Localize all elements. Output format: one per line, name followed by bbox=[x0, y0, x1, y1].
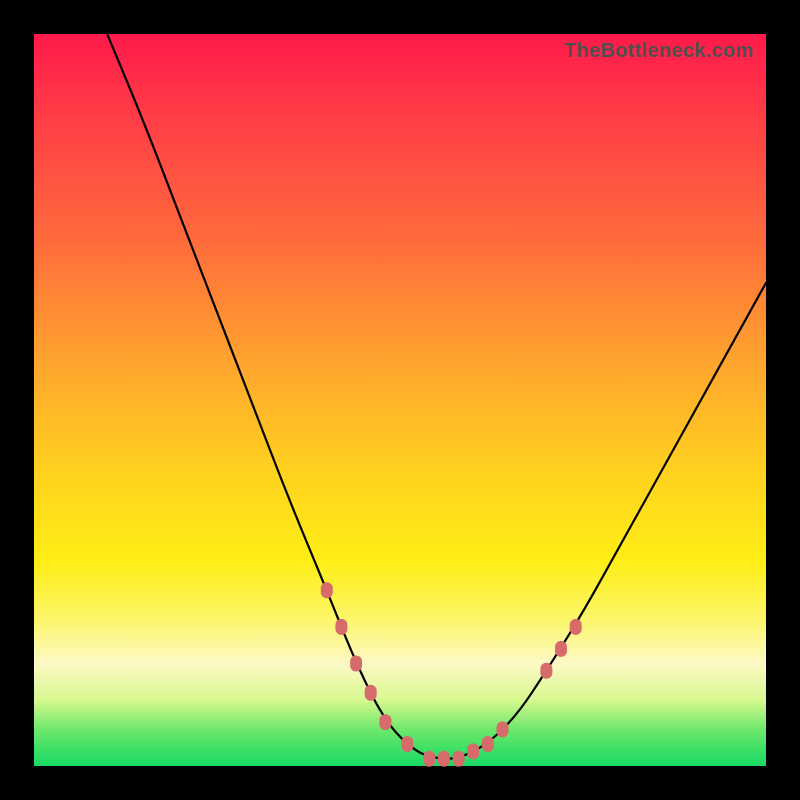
curve-marker bbox=[497, 721, 509, 737]
curve-marker bbox=[401, 736, 413, 752]
curve-marker bbox=[482, 736, 494, 752]
bottleneck-curve bbox=[107, 34, 766, 759]
curve-marker bbox=[555, 641, 567, 657]
curve-marker bbox=[540, 663, 552, 679]
curve-layer bbox=[34, 34, 766, 766]
marker-group bbox=[321, 582, 582, 766]
curve-marker bbox=[570, 619, 582, 635]
curve-marker bbox=[379, 714, 391, 730]
curve-marker bbox=[321, 582, 333, 598]
curve-marker bbox=[335, 619, 347, 635]
curve-marker bbox=[365, 685, 377, 701]
curve-marker bbox=[453, 751, 465, 767]
curve-marker bbox=[467, 743, 479, 759]
curve-marker bbox=[438, 751, 450, 767]
curve-marker bbox=[350, 656, 362, 672]
curve-marker bbox=[423, 751, 435, 767]
plot-area: TheBottleneck.com bbox=[34, 34, 766, 766]
chart-outer-frame: TheBottleneck.com bbox=[0, 0, 800, 800]
